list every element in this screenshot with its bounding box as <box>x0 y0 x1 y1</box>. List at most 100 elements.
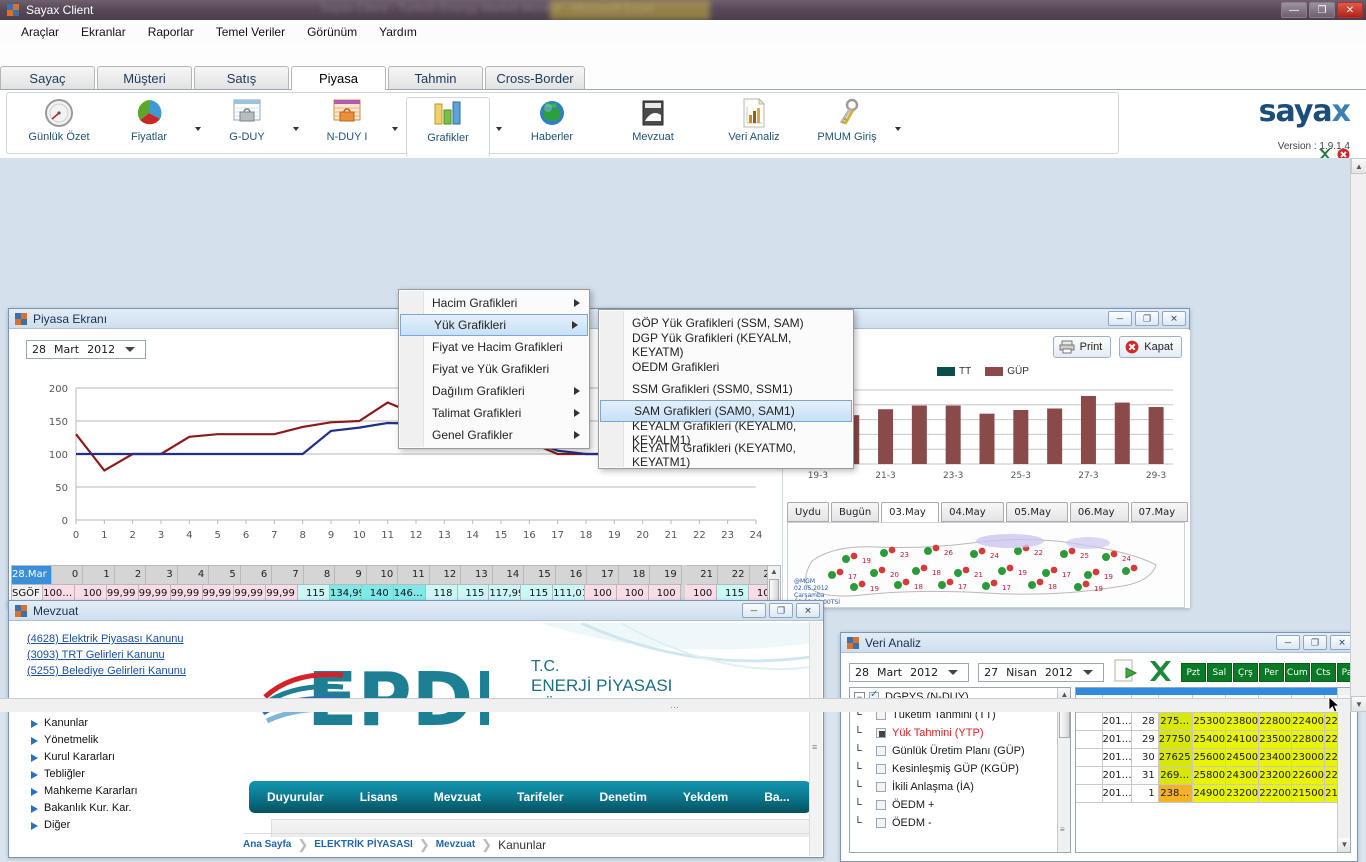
veri-grid-cell[interactable] <box>1076 767 1103 785</box>
kapat-button[interactable]: Kapat <box>1119 336 1182 358</box>
minimize-button[interactable]: — <box>1281 2 1307 18</box>
weather-tab-4[interactable]: 05.May Cmt <box>1006 502 1068 537</box>
veri-grid-cell[interactable]: 201… <box>1102 749 1133 767</box>
weather-tab-6[interactable]: 07.May Pzt <box>1130 502 1188 537</box>
weather-tab-5[interactable]: 06.May Paz <box>1069 502 1129 537</box>
veri-grid-cell[interactable]: 22800 <box>1292 731 1326 749</box>
mevzuat-tree-item-0[interactable]: Kanunlar <box>31 715 138 732</box>
veri-tree-checkbox[interactable] <box>876 746 886 756</box>
workspace-horizontal-scrollbar[interactable]: ⋯ <box>0 698 1350 712</box>
veri-tree-checkbox[interactable] <box>876 728 886 738</box>
veri-grid-cell[interactable]: 24900 <box>1193 785 1227 803</box>
veri-grid-cell[interactable]: 201… <box>1102 731 1133 749</box>
veri-grid-cell[interactable]: 31 <box>1132 767 1159 785</box>
run-report-button[interactable] <box>1113 659 1139 686</box>
menu-raporlar[interactable]: Raporlar <box>137 22 205 42</box>
tab-cross-border[interactable]: Cross-Border <box>485 66 585 90</box>
date-selector-piyasa[interactable]: 28 Mart 2012 <box>26 340 147 359</box>
date-to-selector[interactable]: 27 Nisan 2012 <box>978 663 1104 682</box>
grid-column-header[interactable]: 2 <box>114 565 147 585</box>
grid-column-header[interactable]: 19 <box>650 565 682 585</box>
chevron-down-icon-pmum[interactable] <box>893 123 903 133</box>
grid-column-header[interactable]: 22 <box>718 565 750 585</box>
epdk-nav-item-4[interactable]: Denetim <box>582 790 665 804</box>
veri-grid-cell[interactable]: 23200 <box>1226 785 1260 803</box>
breadcrumb-item-2[interactable]: Mevzuat <box>436 839 475 850</box>
restore-button-mevzuat[interactable]: ❐ <box>769 603 793 618</box>
minimize-button-veri[interactable]: ─ <box>1276 635 1300 650</box>
veri-grid-row[interactable]: 201…28275…253002380022800224002230 <box>1076 713 1350 731</box>
restore-button[interactable]: ❐ <box>1309 2 1335 18</box>
ribbon-veri-analiz[interactable]: Veri Analiz <box>713 97 795 153</box>
veri-grid-cell[interactable]: 22400 <box>1292 713 1326 731</box>
menu-yuk-sub-item-6[interactable]: KEYATM Grafikleri (KEYATM0, KEYATM1) <box>599 441 853 469</box>
epdk-nav-item-6[interactable]: Ba... <box>746 790 807 804</box>
mevzuat-tree-item-3[interactable]: Tebliğler <box>31 766 138 783</box>
window-caption-mevzuat[interactable]: Mevzuat ─ ❐ ✕ <box>9 601 823 621</box>
veri-grid-cell[interactable]: 23000 <box>1292 749 1326 767</box>
tree-vertical-scrollbar[interactable]: ▲ ≡ <box>1057 688 1070 852</box>
veri-grid-cell[interactable]: 22600 <box>1292 767 1326 785</box>
veri-grid-cell[interactable]: 28 <box>1132 713 1159 731</box>
veri-grid-row[interactable]: 201…1238…249002320022200215002110 <box>1076 785 1350 803</box>
veri-tree-checkbox[interactable] <box>876 818 886 828</box>
weekday-filter-per[interactable]: Per <box>1258 663 1284 682</box>
menu-ekranlar[interactable]: Ekranlar <box>70 22 137 42</box>
grid-column-header[interactable]: 7 <box>272 565 304 585</box>
veri-grid-cell[interactable] <box>1076 749 1103 767</box>
weekday-filter-cts[interactable]: Cts <box>1310 663 1336 682</box>
tab-satis[interactable]: Satış <box>194 66 289 90</box>
grid-column-header[interactable]: 15 <box>524 565 556 585</box>
print-button[interactable]: Print <box>1052 336 1112 358</box>
weather-tab-2[interactable]: 03.May Per <box>881 502 940 537</box>
veri-grid-cell[interactable]: 275… <box>1158 713 1194 731</box>
ribbon-fiyatlar[interactable]: Fiyatlar <box>111 97 187 153</box>
veri-grid-cell[interactable] <box>1076 731 1103 749</box>
grid-column-header[interactable]: 21 <box>686 565 718 585</box>
veri-grid-cell[interactable]: 25300 <box>1193 713 1227 731</box>
veri-grid-row[interactable]: 201…3027625256002450023400230002290 <box>1076 749 1350 767</box>
tab-piyasa[interactable]: Piyasa <box>291 66 386 91</box>
grid-column-header[interactable]: 14 <box>492 565 525 585</box>
window-caption-veri-analiz[interactable]: Veri Analiz ─ ❐ ✕ <box>841 633 1357 653</box>
veri-grid-cell[interactable]: 23400 <box>1259 749 1293 767</box>
tab-sayac[interactable]: Sayaç <box>0 66 95 90</box>
veri-grid-cell[interactable]: 25400 <box>1193 731 1227 749</box>
veri-grid-cell[interactable]: 201… <box>1102 785 1133 803</box>
chevron-down-icon[interactable] <box>948 670 959 675</box>
mevzuat-tree-item-6[interactable]: Diğer <box>31 817 138 834</box>
menu-temel-veriler[interactable]: Temel Veriler <box>205 22 296 42</box>
grid-column-header[interactable]: 16 <box>555 565 588 585</box>
veri-tree-checkbox[interactable] <box>876 782 886 792</box>
veri-grid-cell[interactable]: 23500 <box>1259 731 1293 749</box>
chevron-down-icon-g-duy[interactable] <box>291 123 301 133</box>
veri-grid-cell[interactable]: 23800 <box>1226 713 1260 731</box>
veri-grid-cell[interactable]: 25800 <box>1193 767 1227 785</box>
ribbon-gunluk-ozet[interactable]: Günlük Özet <box>19 97 99 153</box>
veri-grid-cell[interactable]: 22800 <box>1259 713 1293 731</box>
grid-column-header[interactable]: 6 <box>240 565 273 585</box>
close-button-mevzuat[interactable]: ✕ <box>796 603 820 618</box>
mevzuat-tree-item-4[interactable]: Mahkeme Kararları <box>31 783 138 800</box>
scrollbar-thumb[interactable] <box>769 579 779 601</box>
chevron-down-icon-grafikler[interactable] <box>494 123 504 133</box>
grid-column-header[interactable]: 9 <box>335 565 367 585</box>
veri-grid-cell[interactable]: 201… <box>1102 767 1133 785</box>
chevron-down-icon[interactable] <box>125 347 136 352</box>
grid-column-header[interactable]: 8 <box>303 565 336 585</box>
menu-grafikler-item-3[interactable]: Fiyat ve Yük Grafikleri <box>399 358 589 380</box>
grid-column-header[interactable]: 0 <box>51 565 84 585</box>
menu-grafikler-item-4[interactable]: Dağılım Grafikleri <box>399 380 589 402</box>
veri-grid-cell[interactable]: 23200 <box>1259 767 1293 785</box>
restore-button-piyasa[interactable]: ❐ <box>1135 311 1159 326</box>
grid-column-header[interactable]: 4 <box>177 565 210 585</box>
law-link-3093[interactable]: (3093) TRT Gelirleri Kanunu <box>27 647 186 663</box>
veri-grid-cell[interactable]: 27625 <box>1158 749 1194 767</box>
mevzuat-vertical-scrollbar[interactable]: ≡ <box>809 622 822 856</box>
grid-column-header[interactable]: 3 <box>146 565 178 585</box>
veri-grid-cell[interactable]: 21500 <box>1292 785 1326 803</box>
grid-column-header[interactable]: 18 <box>618 565 651 585</box>
epdk-nav-item-5[interactable]: Yekdem <box>665 790 746 804</box>
veri-grid-cell[interactable]: 24100 <box>1226 731 1260 749</box>
grid-column-header[interactable]: 13 <box>461 565 493 585</box>
